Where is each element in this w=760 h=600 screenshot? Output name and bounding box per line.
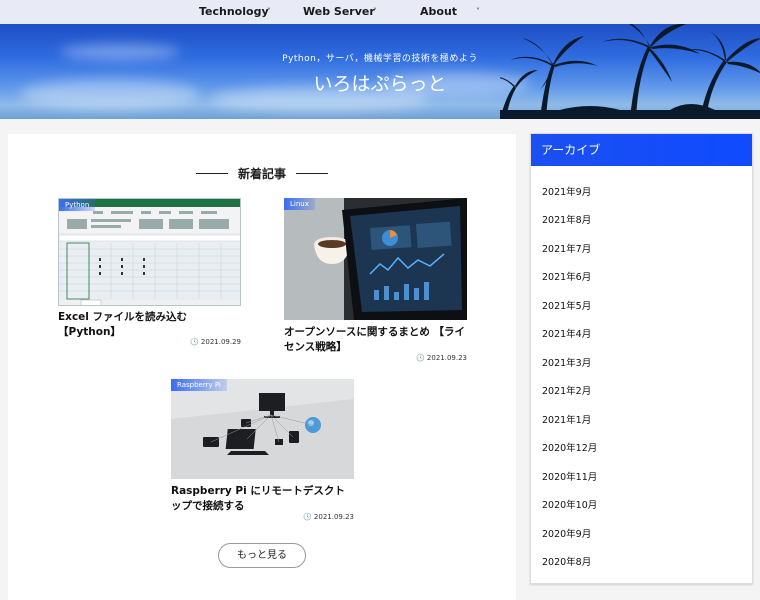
archive-link[interactable]: 2020年9月 [542, 526, 591, 540]
clock-icon: 🕓 [189, 338, 199, 346]
archive-link[interactable]: 2021年5月 [542, 298, 591, 312]
archive-link[interactable]: 2021年1月 [542, 412, 591, 426]
post-title[interactable]: Excel ファイルを読み込む【Python】 [58, 310, 241, 340]
archive-heading: アーカイブ [531, 134, 752, 166]
post-thumbnail[interactable]: Linux [284, 198, 467, 320]
site-tagline: Python，サーバ，機械学習の技術を極めよう [282, 54, 478, 64]
archive-link[interactable]: 2021年7月 [542, 241, 591, 255]
post-date: 🕓 2021.09.23 [303, 513, 354, 521]
section-title: 新着記事 [8, 165, 516, 182]
archive-link[interactable]: 2021年8月 [542, 212, 591, 226]
archive-link[interactable]: 2020年8月 [542, 554, 591, 568]
chevron-down-icon: ˅ [267, 7, 271, 16]
clock-icon: 🕓 [415, 354, 425, 362]
category-label[interactable]: Python [59, 199, 96, 211]
post-thumbnail[interactable]: Python [58, 198, 241, 306]
category-label[interactable]: Linux [284, 198, 315, 210]
post-card[interactable]: Linux オープンソースに関するまとめ 【ライセンス戦略】 🕓 2021.09… [284, 198, 467, 366]
post-date: 🕓 2021.09.23 [416, 354, 467, 362]
post-thumbnail[interactable]: Raspberry Pi [171, 379, 354, 479]
nav-label: About [420, 5, 458, 18]
chevron-down-icon: ˅ [373, 7, 377, 16]
category-label[interactable]: Raspberry Pi [171, 379, 227, 391]
nav-item-about[interactable]: About ˅ [420, 0, 480, 24]
post-card[interactable]: Python Excel ファイルを読み込む【Python】 🕓 2021.09… [58, 198, 241, 348]
post-date-text: 2021.09.29 [200, 338, 241, 346]
archive-link[interactable]: 2021年4月 [542, 326, 591, 340]
post-date-text: 2021.09.23 [313, 513, 354, 521]
nav-item-technology[interactable]: Technology ˅ [199, 0, 271, 24]
clock-icon: 🕓 [302, 513, 312, 521]
post-card[interactable]: Raspberry Pi Raspberry Pi にリモートデスクトップで接続… [171, 379, 354, 527]
nav-label: Technology [199, 5, 269, 18]
divider [196, 173, 228, 174]
site-header: Python，サーバ，機械学習の技術を極めよう いろはぷらっと [0, 24, 760, 119]
archive-link[interactable]: 2020年10月 [542, 497, 597, 511]
post-title[interactable]: Raspberry Pi にリモートデスクトップで接続する [171, 484, 354, 514]
site-title[interactable]: いろはぷらっと [0, 69, 760, 96]
nav-item-web-server[interactable]: Web Server ˅ [303, 0, 377, 24]
more-posts-button[interactable]: もっと見る [218, 543, 306, 568]
post-title[interactable]: オープンソースに関するまとめ 【ライセンス戦略】 [284, 325, 467, 355]
nav-label: Web Server [303, 5, 375, 18]
excel-screenshot-image [59, 199, 240, 305]
devices-image [171, 379, 354, 479]
archive-link[interactable]: 2020年12月 [542, 440, 597, 454]
archive-link[interactable]: 2021年9月 [542, 184, 591, 198]
sidebar-archive-widget: アーカイブ 2021年9月 2021年8月 2021年7月 2021年6月 20… [530, 133, 753, 584]
post-date: 🕓 2021.09.29 [190, 338, 241, 346]
section-title-text: 新着記事 [237, 167, 286, 181]
archive-link[interactable]: 2021年3月 [542, 355, 591, 369]
main-content: 新着記事 Python Excel ファイルを読み込む【Python】 🕓 20… [8, 134, 516, 600]
divider [296, 173, 328, 174]
post-date-text: 2021.09.23 [426, 354, 467, 362]
archive-link[interactable]: 2020年11月 [542, 469, 597, 483]
archive-link[interactable]: 2021年2月 [542, 383, 591, 397]
tablet-dashboard-image [284, 198, 467, 320]
archive-link[interactable]: 2021年6月 [542, 269, 591, 283]
top-navigation: Technology ˅ Web Server ˅ About ˅ [0, 0, 760, 24]
chevron-down-icon: ˅ [476, 7, 480, 16]
